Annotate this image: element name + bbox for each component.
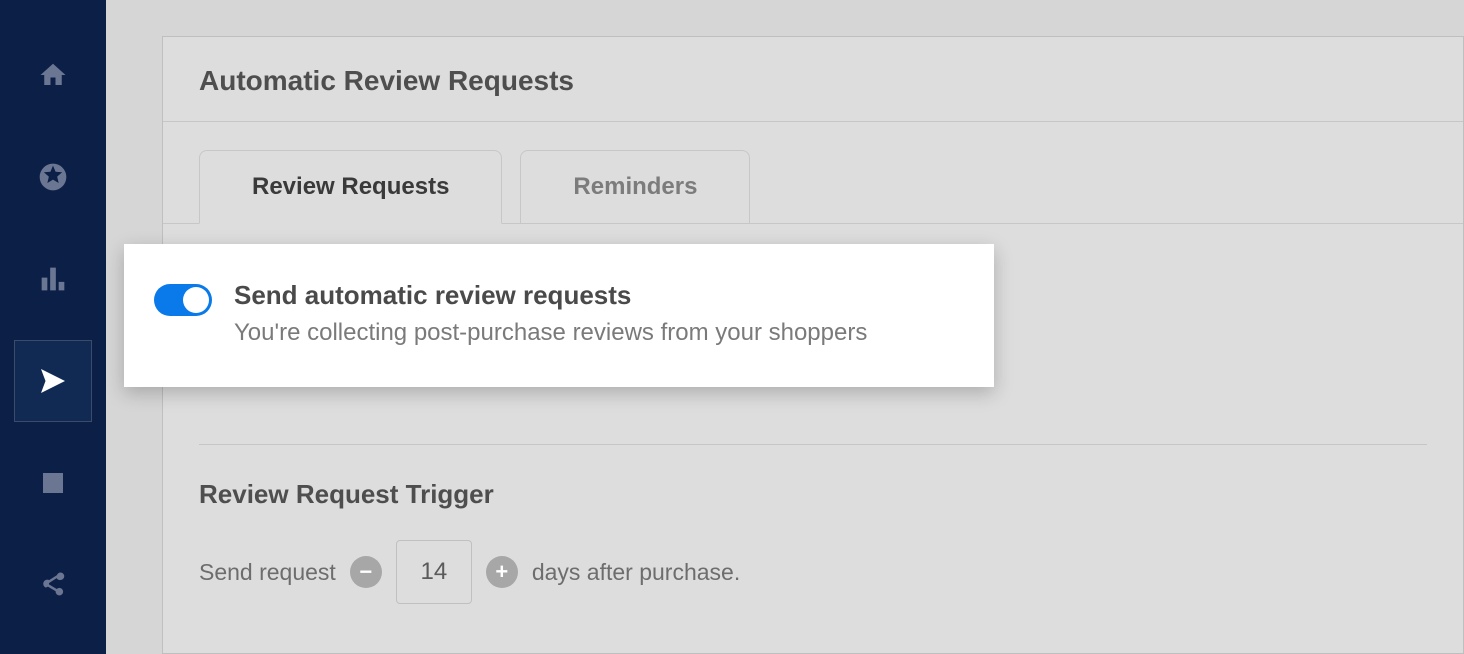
- sidebar-item-notes[interactable]: [14, 442, 92, 524]
- main-content: Automatic Review Requests Review Request…: [106, 0, 1464, 654]
- toggle-text: Send automatic review requests You're co…: [234, 280, 867, 347]
- days-input[interactable]: [396, 540, 472, 604]
- send-icon: [35, 363, 71, 399]
- sidebar-item-send[interactable]: [14, 340, 92, 422]
- bar-chart-icon: [36, 262, 70, 296]
- sidebar-item-analytics[interactable]: [14, 238, 92, 320]
- sidebar-item-home[interactable]: [14, 34, 92, 116]
- auto-request-toggle-card: Send automatic review requests You're co…: [124, 244, 994, 387]
- toggle-description: You're collecting post-purchase reviews …: [234, 319, 867, 347]
- decrement-button[interactable]: −: [350, 556, 382, 588]
- sidebar-item-star[interactable]: [14, 136, 92, 218]
- trigger-prefix-label: Send request: [199, 559, 336, 586]
- minus-icon: −: [359, 561, 372, 583]
- increment-button[interactable]: +: [486, 556, 518, 588]
- trigger-row: Send request − + days after purchase.: [199, 540, 1427, 604]
- plus-icon: +: [495, 561, 508, 583]
- home-icon: [36, 60, 70, 90]
- share-icon: [38, 570, 68, 600]
- panel-title: Automatic Review Requests: [199, 65, 1427, 97]
- tabs: Review Requests Reminders: [163, 122, 1463, 224]
- tab-review-requests[interactable]: Review Requests: [199, 150, 502, 224]
- auto-request-toggle[interactable]: [154, 284, 212, 316]
- trigger-section: Review Request Trigger Send request − + …: [163, 445, 1463, 604]
- tab-reminders[interactable]: Reminders: [520, 150, 750, 224]
- trigger-suffix-label: days after purchase.: [532, 559, 740, 586]
- sidebar-item-share[interactable]: [14, 544, 92, 626]
- star-circle-icon: [37, 161, 69, 193]
- sidebar: [0, 0, 106, 654]
- notes-icon: [38, 468, 68, 498]
- panel-header: Automatic Review Requests: [163, 37, 1463, 122]
- trigger-section-title: Review Request Trigger: [199, 479, 1427, 510]
- toggle-title: Send automatic review requests: [234, 280, 867, 311]
